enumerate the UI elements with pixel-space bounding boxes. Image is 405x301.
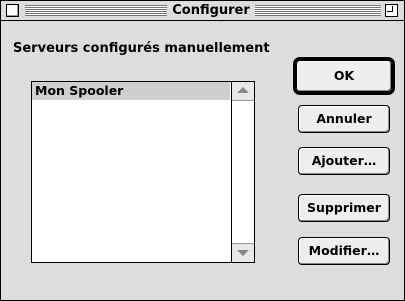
default-button-ring: OK bbox=[293, 57, 395, 95]
list-item[interactable]: Mon Spooler bbox=[32, 82, 230, 100]
vertical-scrollbar[interactable] bbox=[231, 82, 254, 262]
scroll-down-arrow-icon[interactable] bbox=[232, 243, 254, 262]
title-bar-stripes-right bbox=[255, 5, 381, 16]
configurer-dialog: Configurer Serveurs configurés manuellem… bbox=[0, 0, 405, 301]
zoom-box-icon[interactable] bbox=[385, 4, 398, 17]
scroll-up-arrow-icon[interactable] bbox=[232, 82, 254, 101]
modify-button[interactable]: Modifier… bbox=[298, 237, 390, 265]
cancel-button[interactable]: Annuler bbox=[298, 105, 390, 133]
servers-section-label: Serveurs configurés manuellement bbox=[13, 41, 270, 56]
window-title: Configurer bbox=[167, 2, 255, 19]
add-button[interactable]: Ajouter… bbox=[298, 147, 390, 175]
server-list[interactable]: Mon Spooler bbox=[31, 81, 255, 263]
close-box-icon[interactable] bbox=[6, 4, 19, 17]
title-bar-stripes-left bbox=[25, 5, 167, 16]
title-bar[interactable]: Configurer bbox=[1, 1, 404, 21]
ok-button[interactable]: OK bbox=[296, 60, 392, 92]
remove-button[interactable]: Supprimer bbox=[298, 194, 390, 222]
